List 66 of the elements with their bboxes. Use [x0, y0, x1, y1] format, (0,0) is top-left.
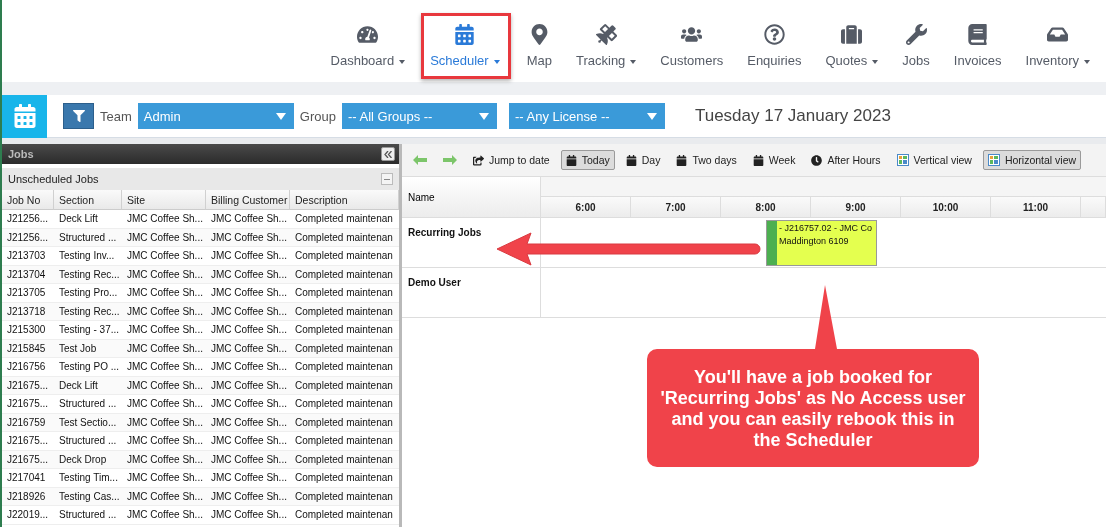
calendar-icon — [625, 154, 637, 166]
nav-item[interactable]: Dashboard — [318, 24, 418, 68]
panel-title: Jobs — [8, 148, 34, 160]
toolbar-button[interactable]: Week — [747, 150, 801, 170]
hour-header: 10:00 — [901, 197, 991, 217]
nav-item[interactable]: Map — [514, 24, 564, 68]
book-icon — [967, 24, 989, 45]
users-icon — [681, 24, 703, 45]
column-header[interactable]: Job No — [2, 190, 54, 210]
left-arrow-icon — [413, 155, 427, 165]
question-icon — [763, 24, 785, 45]
gauge-icon — [357, 24, 379, 45]
column-header[interactable]: Billing Customer — [206, 190, 290, 210]
toolbar-button[interactable]: Day — [620, 150, 666, 170]
minimize-button[interactable] — [381, 173, 393, 185]
calendar-icon — [454, 24, 476, 45]
grid-view-icon — [896, 154, 909, 166]
resource-name: Demo User — [408, 277, 461, 288]
satellite-icon — [595, 24, 617, 45]
resource-name: Recurring Jobs — [408, 227, 482, 238]
status-bar — [767, 221, 777, 265]
nav-item[interactable]: Inventory — [1013, 24, 1102, 68]
clock-icon — [811, 154, 823, 166]
calendar-icon — [676, 154, 688, 166]
column-header[interactable]: Site — [122, 190, 206, 210]
column-header[interactable]: Section — [54, 190, 122, 210]
filter-icon — [72, 110, 85, 122]
nav-item[interactable]: Jobs — [890, 24, 942, 68]
nav-item[interactable]: Invoices — [941, 24, 1014, 68]
toolbar-button[interactable]: Today — [560, 150, 615, 170]
hour-header: 6:00 — [541, 197, 631, 217]
filter-button[interactable] — [63, 103, 94, 129]
calendar-tile[interactable] — [2, 94, 47, 138]
job-booking[interactable]: - J216757.02 - JMC Co Maddington 6109 — [766, 220, 877, 266]
team-label: Team — [100, 108, 132, 124]
hour-header: 8:00 — [721, 197, 811, 217]
toolbar-button[interactable]: Vertical view — [891, 150, 977, 170]
group-label: Group — [299, 108, 336, 124]
nav-item[interactable]: Scheduler — [421, 13, 511, 79]
hour-header: 9:00 — [811, 197, 901, 217]
toolbar-button[interactable]: Two days — [671, 150, 742, 170]
nav-item[interactable]: Enquiries — [735, 24, 814, 68]
right-arrow-icon — [443, 155, 457, 165]
name-column-header: Name — [402, 177, 541, 217]
nav-item[interactable]: Customers — [648, 24, 736, 68]
share-icon — [473, 154, 484, 166]
toolbar-button[interactable]: Jump to date — [468, 150, 555, 170]
nav-item[interactable]: Tracking — [564, 24, 649, 68]
booking-text: - J216757.02 - JMC Co Maddington 6109 — [778, 222, 874, 248]
hour-header: 11:00 — [991, 197, 1081, 217]
toolbar-button[interactable]: After Hours — [806, 150, 886, 170]
callout-text: You'll have a job booked for 'Recurring Jobs' as No Access user and you can easily rebook this in the Scheduler — [659, 367, 967, 451]
column-header[interactable]: Description — [290, 190, 399, 210]
calendar-icon — [12, 104, 37, 128]
date-title: Tuesday 17 January 2023 — [694, 106, 891, 126]
nav-item[interactable]: Quotes — [813, 24, 891, 68]
double-chevron-icon — [384, 150, 392, 158]
collapse-button[interactable] — [381, 147, 395, 161]
suitcase-icon — [841, 24, 863, 45]
hour-header: 7:00 — [631, 197, 721, 217]
calendar-icon — [752, 154, 764, 166]
toolbar-button[interactable]: Horizontal view — [982, 150, 1082, 170]
calendar-icon — [565, 154, 577, 166]
wrench-icon — [905, 24, 927, 45]
section-title: Unscheduled Jobs — [8, 173, 99, 185]
grid-view-icon — [987, 154, 1000, 166]
